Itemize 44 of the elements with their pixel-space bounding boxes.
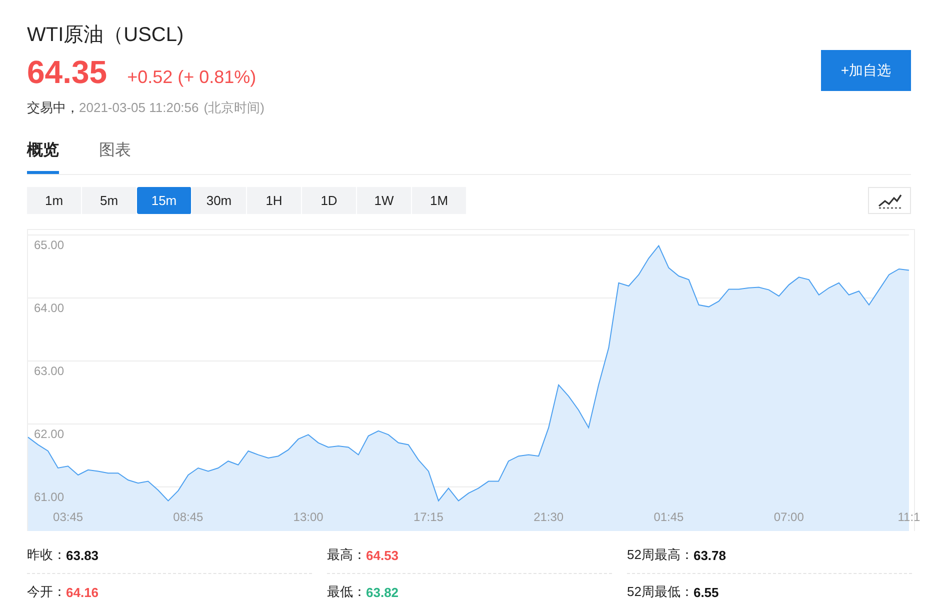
stat-value: 64.53 [366, 548, 399, 562]
x-tick-label: 13:00 [293, 510, 324, 524]
range-button[interactable]: 5m [82, 187, 137, 214]
stat-value: 64.16 [66, 584, 99, 600]
y-tick-label: 64.00 [34, 301, 64, 315]
range-button[interactable]: 30m [192, 187, 247, 214]
stat-value: 63.83 [66, 548, 99, 562]
x-tick-label: 11:1 [898, 510, 920, 524]
line-chart-icon [878, 192, 902, 208]
x-tick-label: 21:30 [534, 510, 564, 524]
timestamp: 2021-03-05 11:20:56 [79, 100, 199, 115]
range-button[interactable]: 15m [137, 187, 192, 214]
tab[interactable]: 概览 [27, 140, 59, 174]
instrument-title: WTI原油（USCL) [27, 23, 185, 48]
range-button[interactable]: 1H [247, 187, 302, 214]
tab[interactable]: 图表 [99, 140, 131, 174]
y-tick-label: 65.00 [34, 238, 64, 252]
y-tick-label: 63.00 [34, 364, 64, 378]
trading-state: 交易中， [27, 100, 79, 115]
range-button[interactable]: 1D [302, 187, 357, 214]
x-tick-label: 03:45 [53, 510, 84, 524]
stat-value: 63.82 [366, 584, 399, 600]
chart-type-button[interactable] [868, 187, 911, 214]
stat-value: 6.55 [693, 584, 719, 600]
price: 64.35 [27, 54, 108, 91]
stat-label: 最高： [327, 546, 366, 564]
range-button[interactable]: 1W [357, 187, 412, 214]
y-tick-label: 61.00 [34, 490, 64, 504]
stat-label: 昨收： [27, 546, 66, 564]
stat-value: 63.78 [693, 548, 726, 562]
range-button[interactable]: 1m [27, 187, 82, 214]
stat-label: 52周最低： [627, 583, 694, 601]
x-tick-label: 07:00 [774, 510, 804, 524]
x-tick-label: 01:45 [654, 510, 684, 524]
x-tick-label: 08:45 [173, 510, 204, 524]
stat-label: 52周最高： [627, 546, 694, 564]
x-tick-label: 17:15 [413, 510, 444, 524]
stat-label: 今开： [27, 583, 66, 601]
add-watchlist-button[interactable]: +加自选 [821, 50, 911, 91]
timezone-label: (北京时间) [204, 100, 264, 115]
y-tick-label: 62.00 [34, 426, 64, 441]
price-change: +0.52 (+ 0.81%) [127, 67, 256, 88]
range-button[interactable]: 1M [412, 187, 467, 214]
stat-label: 最低： [327, 583, 366, 601]
